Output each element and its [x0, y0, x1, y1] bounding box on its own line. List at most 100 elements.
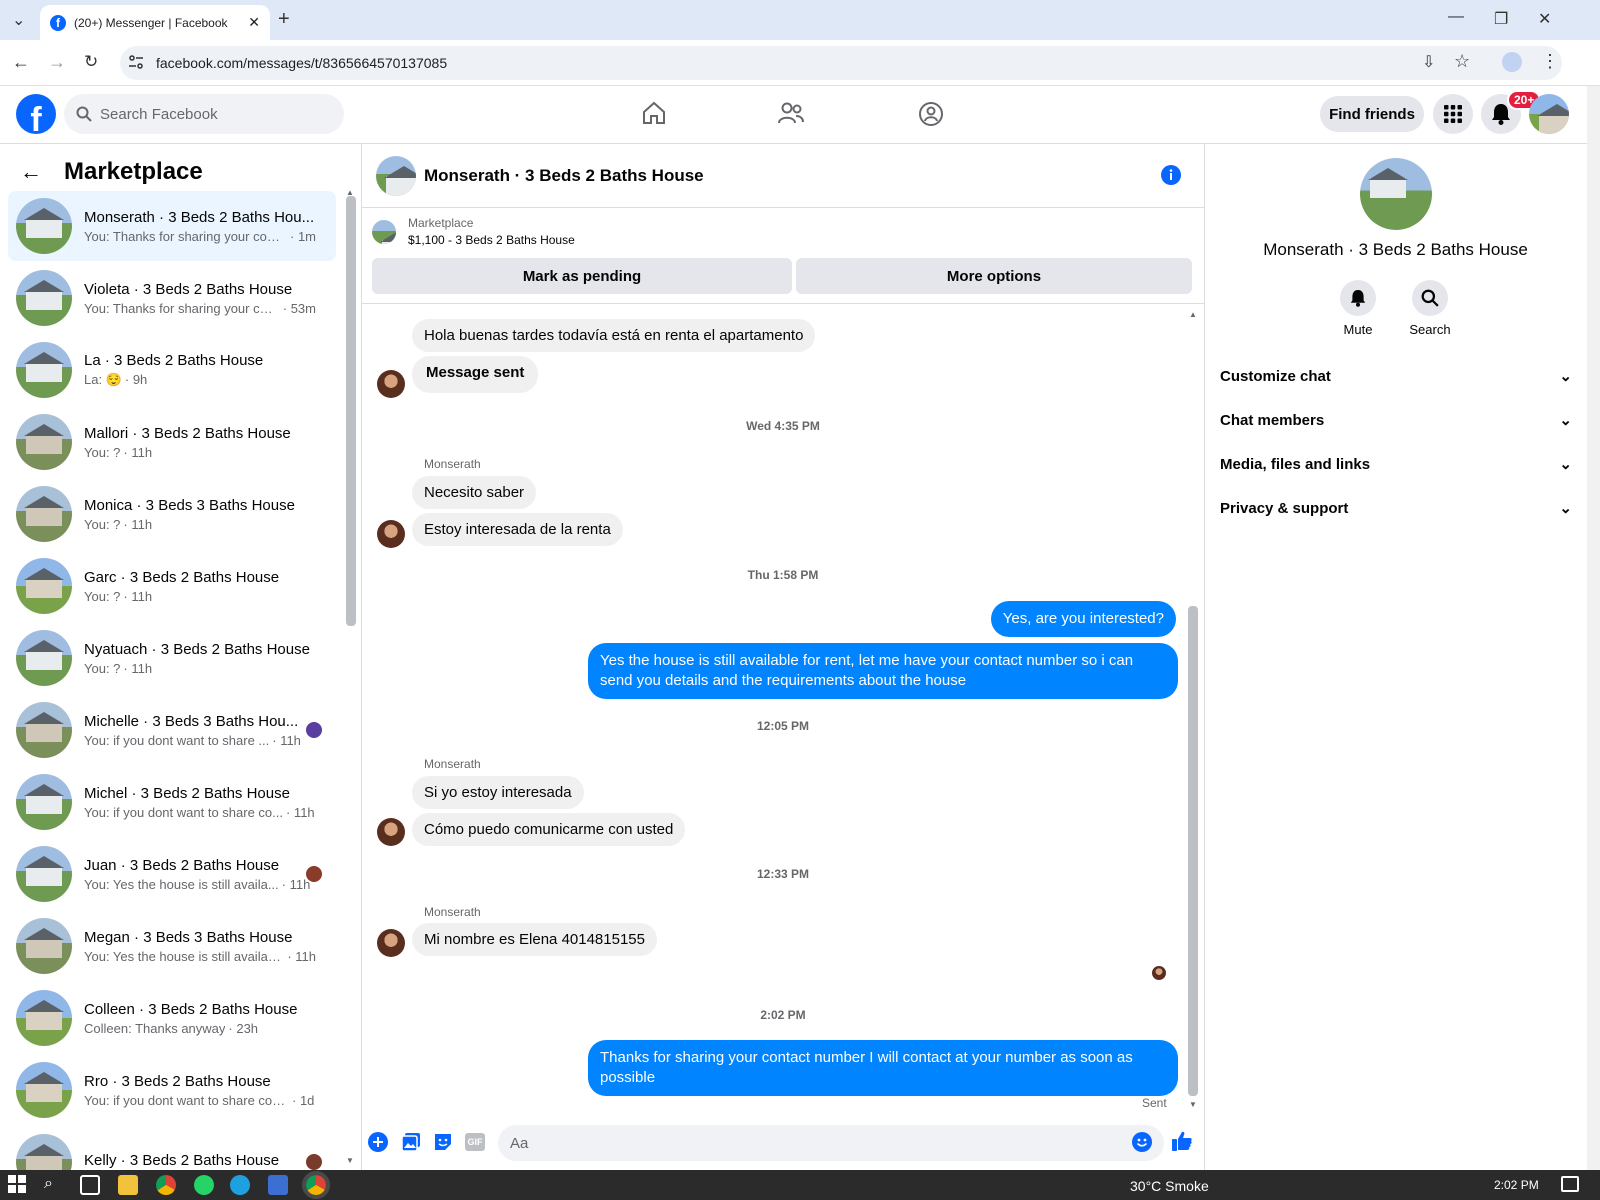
back-arrow-icon[interactable]: ← — [20, 159, 42, 185]
conversation-avatar — [16, 414, 72, 470]
conversation-name: Michelle · 3 Beds 3 Baths Hou... — [84, 712, 299, 730]
message-incoming: Cómo puedo comunicarme con usted — [412, 813, 686, 846]
conversation-item[interactable]: Colleen · 3 Beds 2 Baths House Colleen: T… — [8, 983, 336, 1053]
store-icon[interactable] — [268, 1175, 288, 1195]
home-icon[interactable] — [641, 101, 667, 125]
install-app-icon[interactable]: ⇩ — [1422, 52, 1435, 72]
url-field[interactable]: facebook.com/messages/t/8365664570137085 — [120, 46, 1562, 80]
chat-scroll-up-icon[interactable]: ▲ — [1189, 310, 1197, 319]
conversation-item[interactable]: Juan · 3 Beds 2 Baths House You: Yes the … — [8, 839, 336, 909]
chat-members-section[interactable]: Chat members ⌄ — [1220, 411, 1572, 430]
search-icon — [1421, 289, 1439, 307]
taskbar-clock[interactable]: 2:02 PM — [1494, 1178, 1539, 1192]
conversation-name: Megan · 3 Beds 3 Baths House — [84, 928, 293, 946]
chat-title[interactable]: Monserath · 3 Beds 2 Baths House — [424, 166, 704, 186]
new-tab-icon[interactable]: + — [278, 8, 290, 31]
find-friends-button[interactable]: Find friends — [1320, 96, 1424, 132]
conversation-name: Nyatuach · 3 Beds 2 Baths House — [84, 640, 310, 658]
conversation-avatar — [16, 774, 72, 830]
groups-icon[interactable] — [918, 101, 944, 127]
file-explorer-icon[interactable] — [118, 1175, 138, 1195]
gif-icon[interactable]: GIF — [465, 1133, 485, 1151]
conversation-item[interactable]: Megan · 3 Beds 3 Baths House You: Yes the… — [8, 911, 336, 981]
more-options-button[interactable]: More options — [796, 258, 1192, 294]
account-avatar[interactable] — [1529, 94, 1569, 134]
browser-menu-icon[interactable]: ⋮ — [1541, 51, 1559, 72]
attach-photo-icon[interactable] — [401, 1132, 421, 1152]
conversation-list-scrollbar[interactable] — [346, 196, 356, 626]
marketplace-title: Marketplace — [64, 158, 203, 185]
conversation-preview: You: if you dont want to share co... — [84, 804, 283, 820]
message-input[interactable]: Aa — [498, 1125, 1164, 1161]
conversation-name: Kelly · 3 Beds 2 Baths House — [84, 1152, 280, 1169]
notification-center-icon[interactable] — [1561, 1176, 1579, 1192]
tab-list-icon[interactable]: ⌄ — [12, 10, 25, 30]
edge-icon[interactable] — [230, 1175, 250, 1195]
conversation-item[interactable]: Michel · 3 Beds 2 Baths House You: if you… — [8, 767, 336, 837]
restore-icon[interactable]: ❐ — [1494, 9, 1508, 29]
friends-icon[interactable] — [777, 101, 805, 125]
thumbs-up-icon[interactable] — [1171, 1130, 1193, 1152]
page-scrollbar[interactable] — [1587, 86, 1600, 1170]
conversation-item[interactable]: Garc · 3 Beds 2 Baths House You: ? · 11h — [8, 551, 336, 621]
conversation-item[interactable]: Michelle · 3 Beds 3 Baths Hou... You: if … — [8, 695, 336, 765]
conversation-time: · 1d — [292, 1092, 315, 1108]
media-files-links-section[interactable]: Media, files and links ⌄ — [1220, 455, 1572, 474]
sticker-icon[interactable] — [433, 1132, 453, 1152]
profile-icon[interactable] — [1502, 52, 1522, 72]
chevron-down-icon: ⌄ — [1559, 412, 1572, 429]
marketplace-header: ← Marketplace — [20, 158, 203, 186]
listing-title: $1,100 - 3 Beds 2 Baths House — [408, 233, 575, 247]
mark-as-pending-button[interactable]: Mark as pending — [372, 258, 792, 294]
site-info-icon[interactable] — [128, 54, 144, 70]
windows-start-icon[interactable] — [8, 1175, 28, 1195]
facebook-logo[interactable]: f — [16, 94, 56, 134]
message-status: Sent — [1142, 1096, 1167, 1110]
conversation-name: Monica · 3 Beds 3 Baths House — [84, 496, 295, 514]
bell-icon — [1350, 290, 1366, 307]
chrome-active-icon[interactable] — [302, 1171, 330, 1199]
weather-widget[interactable]: 30°C Smoke — [1130, 1178, 1209, 1194]
chevron-down-icon: ⌄ — [1559, 500, 1572, 517]
back-icon[interactable]: ← — [12, 52, 30, 73]
privacy-support-section[interactable]: Privacy & support ⌄ — [1220, 499, 1572, 518]
conversation-info-icon[interactable] — [1160, 164, 1182, 186]
marketplace-listing-card[interactable]: Marketplace $1,100 - 3 Beds 2 Baths Hous… — [372, 216, 575, 247]
conversation-time: · 11h — [123, 516, 153, 532]
whatsapp-icon[interactable] — [194, 1175, 214, 1195]
mute-button[interactable]: Mute — [1328, 280, 1388, 337]
more-actions-icon[interactable] — [368, 1132, 388, 1152]
close-window-icon[interactable]: ✕ — [1538, 9, 1551, 29]
conversation-preview: You: if you dont want to share cont... — [84, 1092, 289, 1108]
conversation-item[interactable]: Rro · 3 Beds 2 Baths House You: if you do… — [8, 1055, 336, 1125]
chrome-icon[interactable] — [156, 1175, 176, 1195]
scroll-down-icon[interactable]: ▼ — [346, 1156, 354, 1165]
conversation-time: · 11h — [281, 876, 311, 892]
conversation-item[interactable]: La · 3 Beds 2 Baths House La: 😌 · 9h — [8, 335, 336, 405]
search-conversation-button[interactable]: Search — [1400, 280, 1460, 337]
menu-grid-button[interactable] — [1433, 94, 1473, 134]
conversation-item[interactable]: Violeta · 3 Beds 2 Baths House You: Thank… — [8, 263, 336, 333]
conversation-name: Mallori · 3 Beds 2 Baths House — [84, 424, 291, 442]
browser-tab[interactable]: f (20+) Messenger | Facebook ✕ — [40, 5, 270, 40]
minimize-icon[interactable]: — — [1448, 8, 1464, 26]
conversation-item[interactable]: Nyatuach · 3 Beds 2 Baths House You: ? · 1… — [8, 623, 336, 693]
taskbar-search-icon[interactable]: ⌕ — [44, 1175, 64, 1195]
reload-icon[interactable]: ↻ — [84, 52, 98, 72]
chat-scrollbar[interactable] — [1188, 606, 1198, 1096]
search-facebook-input[interactable]: Search Facebook — [64, 94, 344, 134]
emoji-icon[interactable] — [1132, 1132, 1152, 1152]
timestamp: 12:05 PM — [756, 719, 810, 733]
details-avatar[interactable] — [1360, 158, 1432, 230]
conversation-item[interactable]: Monica · 3 Beds 3 Baths House You: ? · 11h — [8, 479, 336, 549]
task-view-icon[interactable] — [80, 1175, 100, 1195]
scroll-up-icon[interactable]: ▲ — [346, 188, 354, 197]
forward-icon[interactable]: → — [48, 52, 66, 73]
chat-scroll-down-icon[interactable]: ▼ — [1189, 1100, 1197, 1109]
bookmark-star-icon[interactable]: ☆ — [1454, 51, 1470, 72]
chat-avatar[interactable] — [376, 155, 416, 196]
conversation-item[interactable]: Mallori · 3 Beds 2 Baths House You: ? · 11… — [8, 407, 336, 477]
conversation-item[interactable]: Monserath · 3 Beds 2 Baths Hou... You: Th… — [8, 191, 336, 261]
tab-close-icon[interactable]: ✕ — [248, 14, 260, 31]
customize-chat-section[interactable]: Customize chat ⌄ — [1220, 367, 1572, 386]
